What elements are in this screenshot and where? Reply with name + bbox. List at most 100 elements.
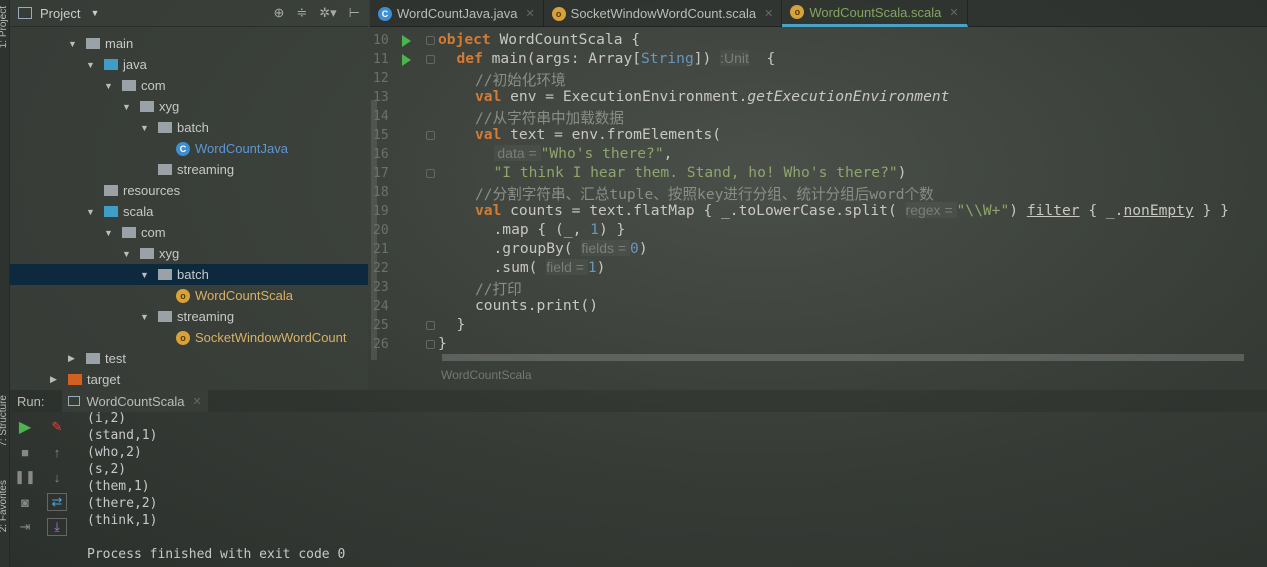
code-token: ) [897,164,907,181]
collapsed-arrow-icon[interactable]: ▶ [50,374,60,385]
chevron-down-icon[interactable]: ▼ [90,8,99,18]
code-line[interactable]: counts.print() [438,297,598,316]
tree-item[interactable]: resources [86,180,180,201]
expanded-arrow-icon[interactable]: ▼ [86,60,96,70]
package-icon [158,122,172,133]
tree-item-label: WordCountJava [195,141,288,156]
favorites-tool-tab[interactable]: 2: Favorites [0,480,9,532]
scroll-to-end-icon[interactable]: ⤓ [47,518,67,536]
code-editor[interactable]: 10 object WordCountScala {11 def main(args… [370,28,1267,390]
tree-item[interactable]: ▶ test [68,348,126,369]
expanded-arrow-icon[interactable]: ▼ [140,312,150,322]
editor-tab[interactable]: o SocketWindowWordCount.scala ✕ [544,0,783,27]
tree-item[interactable]: ▼ com [104,75,166,96]
close-icon[interactable]: ✕ [525,7,534,20]
tree-item[interactable]: ▼ scala [86,201,153,222]
collapsed-arrow-icon[interactable]: ▶ [68,353,78,364]
tree-item[interactable]: ▼ batch [140,117,209,138]
tree-item[interactable]: o WordCountScala [158,285,293,306]
fold-marker-icon[interactable] [426,36,435,45]
tree-item[interactable]: streaming [140,159,234,180]
editor-tab[interactable]: C WordCountJava.java ✕ [370,0,544,27]
structure-tool-tab[interactable]: 7: Structure [0,395,9,447]
code-token: val [475,88,502,105]
tree-item[interactable]: ▼ com [104,222,166,243]
fold-marker-icon[interactable] [426,55,435,64]
tree-item[interactable]: ▼ xyg [122,243,179,264]
expanded-arrow-icon[interactable]: ▼ [104,228,114,238]
close-icon[interactable]: ✕ [193,395,202,408]
expanded-arrow-icon[interactable]: ▼ [122,249,132,259]
editor-tab[interactable]: o WordCountScala.scala ✕ [782,0,968,27]
rerun-icon[interactable]: ▶ [15,418,35,436]
expanded-arrow-icon[interactable]: ▼ [140,270,150,280]
code-line[interactable]: val env = ExecutionEnvironment.getExecut… [438,88,949,107]
expanded-arrow-icon[interactable]: ▼ [104,81,114,91]
console-line: (s,2) [87,462,127,477]
line-number: 12 [373,71,389,86]
tree-item[interactable]: ▼ xyg [122,96,179,117]
code-line[interactable]: .groupBy( fields = 0) [438,240,648,259]
tree-item[interactable]: ▼ streaming [140,306,234,327]
fold-marker-icon[interactable] [426,169,435,178]
code-token: fields = [581,240,631,256]
tree-item-label: streaming [177,162,235,177]
code-line[interactable]: //分割字符串、汇总tuple、按照key进行分组、统计分组后word个数 [438,183,934,203]
code-line[interactable]: val text = env.fromElements( [438,126,721,145]
expanded-arrow-icon[interactable]: ▼ [86,207,96,217]
fold-marker-icon[interactable] [426,131,435,140]
code-line[interactable]: .sum( field = 1) [438,259,605,278]
code-line[interactable]: } [438,335,447,354]
code-token: object [438,31,491,48]
code-line[interactable]: "I think I hear them. Stand, ho! Who's t… [438,164,907,183]
expanded-arrow-icon[interactable]: ▼ [68,39,78,49]
expanded-arrow-icon[interactable]: ▼ [140,123,150,133]
code-line[interactable]: data = "Who's there?", [438,145,672,164]
code-token: ) [1009,202,1027,219]
code-token: :Unit [720,50,749,66]
editor-tabs: C WordCountJava.java ✕ o SocketWindowWordCou… [370,0,1267,27]
close-icon[interactable]: ✕ [949,6,958,19]
soft-wrap-icon[interactable]: ⇄ [47,493,67,511]
code-line[interactable]: } [438,316,466,335]
fold-marker-icon[interactable] [426,321,435,330]
fold-marker-icon[interactable] [426,340,435,349]
down-arrow-icon[interactable]: ↓ [47,468,67,486]
up-arrow-icon[interactable]: ↑ [47,443,67,461]
pause-icon[interactable]: ❚❚ [14,468,36,486]
run-gutter-icon[interactable] [402,54,411,66]
collapse-all-icon[interactable]: ≑ [296,5,307,21]
hide-panel-icon[interactable]: ⊢ [349,5,360,21]
tree-item-label: xyg [159,246,180,261]
code-line[interactable]: //打印 [438,278,522,298]
code-line[interactable]: //从字符串中加载数据 [438,107,624,127]
run-gutter-icon[interactable] [402,35,411,47]
tree-item[interactable]: ▼ batch [10,264,368,285]
run-tab[interactable]: WordCountScala ✕ [62,390,208,412]
code-line[interactable]: def main(args: Array[String]) :Unit { [438,50,775,69]
locate-icon[interactable]: ⊕ [273,5,284,21]
code-line[interactable]: object WordCountScala { [438,31,640,50]
tree-item[interactable]: C WordCountJava [158,138,288,159]
code-token: field = [546,259,588,275]
stop-icon[interactable]: ■ [15,443,35,461]
expanded-arrow-icon[interactable]: ▼ [122,102,132,112]
tree-item[interactable]: o SocketWindowWordCount [158,327,347,348]
tree-item[interactable]: ▼ java [86,54,147,75]
tree-item[interactable]: ▼ main [68,33,133,54]
gear-icon[interactable]: ✲▾ [319,5,336,21]
tree-item[interactable]: ▶ target [50,369,120,390]
exit-icon[interactable]: ⇥ [15,518,35,536]
editor-tab-label: WordCountJava.java [397,6,518,21]
code-token: .map { (_, [493,221,591,238]
tree-item-label: xyg [159,99,180,114]
project-tool-tab[interactable]: 1: Project [0,6,9,48]
dump-threads-icon[interactable]: ◙ [15,493,35,511]
close-icon[interactable]: ✕ [764,7,773,20]
breadcrumb[interactable]: WordCountScala [441,368,532,382]
editor-horizontal-scrollbar[interactable] [442,354,1244,361]
clear-output-icon[interactable]: ✎ [47,418,67,436]
code-line[interactable]: val counts = text.flatMap { _.toLowerCas… [438,202,1229,221]
code-line[interactable]: //初始化环境 [438,69,566,89]
code-line[interactable]: .map { (_, 1) } [438,221,626,240]
